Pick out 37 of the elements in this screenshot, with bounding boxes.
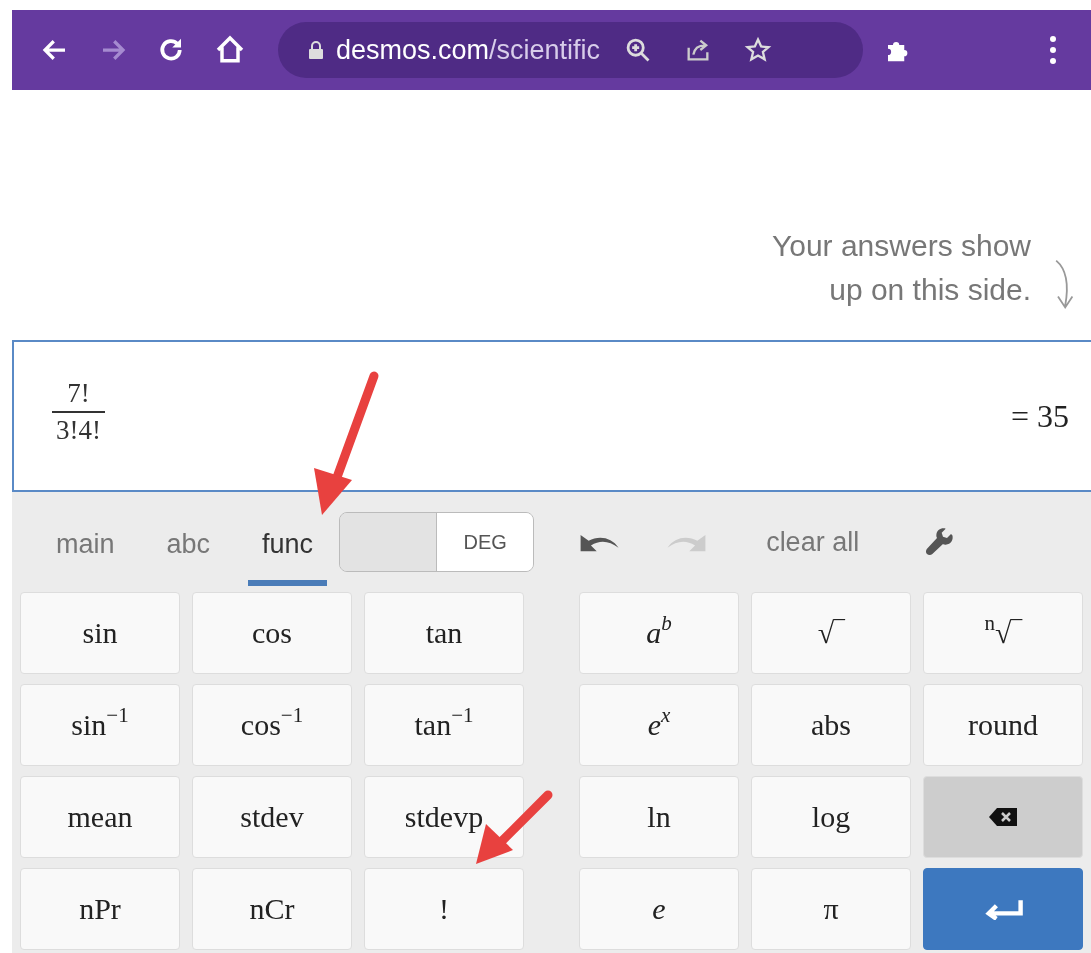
function-key[interactable]: e$^{x}$ xyxy=(579,684,739,766)
function-key[interactable]: ln xyxy=(579,776,739,858)
function-key[interactable]: sin$^{−1}$ xyxy=(20,684,180,766)
function-key[interactable]: e xyxy=(579,868,739,950)
star-icon[interactable] xyxy=(744,36,773,64)
function-key[interactable]: √‾ xyxy=(751,592,911,674)
function-key[interactable]: stdev xyxy=(192,776,352,858)
function-key[interactable]: nPr xyxy=(20,868,180,950)
function-key[interactable]: stdevp xyxy=(364,776,524,858)
function-key[interactable]: round xyxy=(923,684,1083,766)
menu-icon[interactable] xyxy=(1049,35,1057,65)
enter-key[interactable] xyxy=(923,868,1083,950)
function-key[interactable]: cos$^{−1}$ xyxy=(192,684,352,766)
function-key[interactable]: $^{n}$√‾ xyxy=(923,592,1083,674)
result-text: = 35 xyxy=(1010,397,1069,435)
function-key[interactable]: tan xyxy=(364,592,524,674)
function-key[interactable]: ! xyxy=(364,868,524,950)
function-key[interactable]: a$^{b}$ xyxy=(579,592,739,674)
hint-text: up on this side. xyxy=(829,272,1031,308)
function-key[interactable]: log xyxy=(751,776,911,858)
angle-toggle[interactable]: DEG xyxy=(339,512,535,572)
address-bar[interactable]: desmos.com/scientific xyxy=(278,22,863,78)
wrench-icon[interactable] xyxy=(923,526,956,558)
hint-text: Your answers show xyxy=(771,228,1031,264)
function-key[interactable]: abs xyxy=(751,684,911,766)
function-key[interactable]: sin xyxy=(20,592,180,674)
function-key[interactable]: π xyxy=(751,868,911,950)
function-key[interactable]: nCr xyxy=(192,868,352,950)
keypad-tab[interactable]: main xyxy=(42,504,129,586)
lock-icon xyxy=(308,40,324,60)
function-key[interactable]: tan$^{−1}$ xyxy=(364,684,524,766)
function-key[interactable]: mean xyxy=(20,776,180,858)
function-key[interactable]: cos xyxy=(192,592,352,674)
backspace-key[interactable] xyxy=(923,776,1083,858)
clear-all-button[interactable]: clear all xyxy=(760,525,866,559)
keypad-tab[interactable]: abc xyxy=(152,504,225,586)
backspace-icon xyxy=(988,807,1018,827)
